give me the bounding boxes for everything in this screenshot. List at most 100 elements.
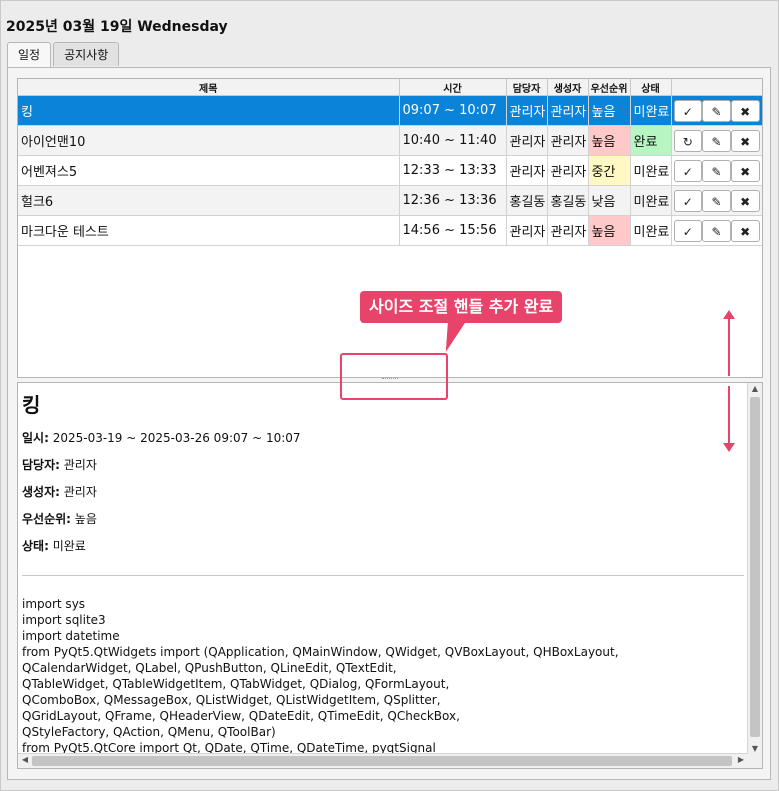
detail-creator: 생성자: 관리자 — [22, 483, 742, 499]
header-creator[interactable]: 생성자 — [547, 79, 589, 96]
delete-button[interactable]: ✖ — [730, 99, 760, 122]
horizontal-scroll-thumb[interactable] — [32, 756, 732, 766]
delete-button[interactable]: ✖ — [730, 219, 760, 242]
cell-time[interactable]: 10:40 ~ 11:40 — [399, 125, 507, 156]
cell-priority[interactable]: 낮음 — [588, 185, 631, 216]
edit-button[interactable]: ✎ — [702, 219, 731, 242]
code-line: QStyleFactory, QAction, QMenu, QToolBar) — [22, 725, 276, 739]
cell-actions: ✓ ✎ ✖ — [671, 215, 762, 246]
cell-time[interactable]: 14:56 ~ 15:56 — [399, 215, 507, 246]
horizontal-scrollbar[interactable]: ◀ ▶ — [18, 753, 748, 768]
cell-creator[interactable]: 홍길동 — [547, 185, 589, 216]
vertical-scroll-thumb[interactable] — [750, 397, 760, 737]
callout-label: 사이즈 조절 핸들 추가 완료 — [360, 291, 563, 323]
cell-priority[interactable]: 높음 — [588, 95, 631, 126]
detail-assignee-value: 관리자 — [59, 458, 97, 472]
tab-bar: 일정 공지사항 — [7, 42, 121, 68]
scroll-corner — [748, 754, 762, 768]
scroll-down-icon[interactable]: ▼ — [748, 744, 762, 753]
schedule-table: 제목 시간 담당자 생성자 우선순위 상태 킹 09:07 ~ 10:07 관리… — [17, 78, 763, 378]
header-assignee[interactable]: 담당자 — [506, 79, 548, 96]
cell-priority[interactable]: 높음 — [588, 125, 631, 156]
scroll-right-icon[interactable]: ▶ — [734, 755, 748, 764]
detail-priority: 우선순위: 높음 — [22, 510, 742, 526]
table-row[interactable]: 아이언맨10 10:40 ~ 11:40 관리자 관리자 높음 완료 ↻ ✎ ✖ — [18, 125, 762, 156]
detail-when: 일시: 2025-03-19 ~ 2025-03-26 09:07 ~ 10:0… — [22, 429, 742, 445]
cell-assignee[interactable]: 관리자 — [506, 155, 548, 186]
header-priority[interactable]: 우선순위 — [588, 79, 631, 96]
cell-time[interactable]: 12:36 ~ 13:36 — [399, 185, 507, 216]
edit-button[interactable]: ✎ — [702, 129, 731, 152]
complete-button[interactable]: ✓ — [673, 159, 703, 182]
cell-actions: ✓ ✎ ✖ — [671, 185, 762, 216]
cell-assignee[interactable]: 관리자 — [506, 215, 548, 246]
delete-button[interactable]: ✖ — [730, 159, 760, 182]
detail-when-label: 일시: — [22, 431, 49, 445]
divider — [22, 575, 744, 576]
table-row[interactable]: 마크다운 테스트 14:56 ~ 15:56 관리자 관리자 높음 미완료 ✓ … — [18, 215, 762, 246]
scroll-left-icon[interactable]: ◀ — [18, 755, 32, 764]
edit-button[interactable]: ✎ — [702, 189, 731, 212]
cell-status[interactable]: 완료 — [630, 125, 672, 156]
detail-creator-label: 생성자: — [22, 485, 60, 499]
table-row[interactable]: 어벤져스5 12:33 ~ 13:33 관리자 관리자 중간 미완료 ✓ ✎ ✖ — [18, 155, 762, 186]
tab-notices[interactable]: 공지사항 — [53, 42, 120, 66]
header-status[interactable]: 상태 — [630, 79, 672, 96]
complete-button[interactable]: ✓ — [673, 189, 703, 212]
tab-schedule[interactable]: 일정 — [7, 42, 52, 68]
undo-button[interactable]: ↻ — [673, 129, 703, 152]
cell-priority[interactable]: 중간 — [588, 155, 631, 186]
arrow-down-icon — [723, 443, 735, 452]
cell-title[interactable]: 어벤져스5 — [18, 155, 400, 186]
table-row[interactable]: 헐크6 12:36 ~ 13:36 홍길동 홍길동 낮음 미완료 ✓ ✎ ✖ — [18, 185, 762, 216]
cell-title[interactable]: 마크다운 테스트 — [18, 215, 400, 246]
date-title: 2025년 03월 19일 Wednesday — [6, 19, 228, 35]
scroll-up-icon[interactable]: ▲ — [748, 384, 762, 393]
code-line: QGridLayout, QFrame, QHeaderView, QDateE… — [22, 709, 460, 723]
code-line: from PyQt5.QtWidgets import (QApplicatio… — [22, 645, 619, 659]
vertical-scrollbar[interactable]: ▲ ▼ — [747, 383, 762, 754]
detail-creator-value: 관리자 — [59, 485, 97, 499]
code-line: QComboBox, QMessageBox, QListWidget, QLi… — [22, 693, 441, 707]
detail-status-value: 미완료 — [48, 539, 86, 553]
edit-button[interactable]: ✎ — [702, 99, 731, 122]
cell-creator[interactable]: 관리자 — [547, 95, 589, 126]
delete-button[interactable]: ✖ — [730, 129, 760, 152]
cell-assignee[interactable]: 홍길동 — [506, 185, 548, 216]
code-line: import datetime — [22, 629, 120, 643]
cell-actions: ↻ ✎ ✖ — [671, 125, 762, 156]
handle-highlight-box — [340, 353, 448, 400]
delete-button[interactable]: ✖ — [730, 189, 760, 212]
resize-arrow-line — [728, 386, 730, 444]
cell-status[interactable]: 미완료 — [630, 155, 672, 186]
edit-button[interactable]: ✎ — [702, 159, 731, 182]
cell-status[interactable]: 미완료 — [630, 185, 672, 216]
detail-assignee-label: 담당자: — [22, 458, 60, 472]
complete-button[interactable]: ✓ — [673, 219, 703, 242]
cell-assignee[interactable]: 관리자 — [506, 95, 548, 126]
detail-priority-value: 높음 — [70, 512, 97, 526]
cell-creator[interactable]: 관리자 — [547, 215, 589, 246]
cell-actions: ✓ ✎ ✖ — [671, 95, 762, 126]
detail-assignee: 담당자: 관리자 — [22, 456, 742, 472]
cell-status[interactable]: 미완료 — [630, 95, 672, 126]
complete-button[interactable]: ✓ — [673, 99, 703, 122]
cell-time[interactable]: 09:07 ~ 10:07 — [399, 95, 507, 126]
resize-arrow-line — [728, 318, 730, 376]
cell-priority[interactable]: 높음 — [588, 215, 631, 246]
detail-view[interactable]: 킹 일시: 2025-03-19 ~ 2025-03-26 09:07 ~ 10… — [17, 382, 763, 769]
cell-status[interactable]: 미완료 — [630, 215, 672, 246]
cell-time[interactable]: 12:33 ~ 13:33 — [399, 155, 507, 186]
detail-when-value: 2025-03-19 ~ 2025-03-26 09:07 ~ 10:07 — [48, 431, 301, 445]
cell-title[interactable]: 아이언맨10 — [18, 125, 400, 156]
cell-title[interactable]: 헐크6 — [18, 185, 400, 216]
cell-assignee[interactable]: 관리자 — [506, 125, 548, 156]
table-row[interactable]: 킹 09:07 ~ 10:07 관리자 관리자 높음 미완료 ✓ ✎ ✖ — [18, 95, 762, 126]
header-title[interactable]: 제목 — [18, 79, 400, 96]
code-line: QCalendarWidget, QLabel, QPushButton, QL… — [22, 661, 397, 675]
cell-creator[interactable]: 관리자 — [547, 155, 589, 186]
cell-title[interactable]: 킹 — [18, 95, 400, 126]
cell-creator[interactable]: 관리자 — [547, 125, 589, 156]
header-time[interactable]: 시간 — [399, 79, 507, 96]
table-header-row: 제목 시간 담당자 생성자 우선순위 상태 — [18, 79, 762, 96]
